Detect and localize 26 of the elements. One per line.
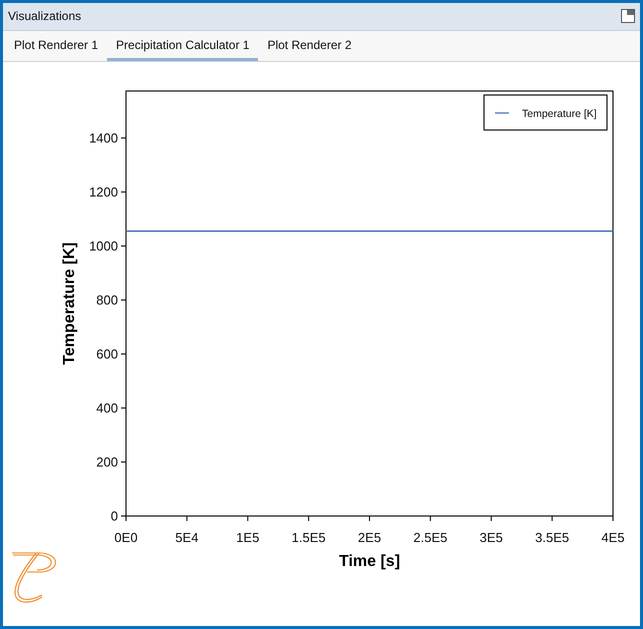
tab[interactable]: Plot Renderer 1: [5, 30, 108, 61]
y-tick-label: 1200: [89, 184, 118, 200]
maximize-icon[interactable]: [621, 9, 635, 24]
tab[interactable]: Plot Renderer 2: [258, 30, 360, 61]
logo-icon: [12, 552, 56, 603]
y-tick-label: 600: [96, 346, 118, 362]
y-tick-label: 400: [96, 400, 118, 416]
x-tick-label: 0E0: [114, 530, 138, 545]
x-tick-label: 3.5E5: [535, 530, 570, 545]
window-title: Visualizations: [8, 8, 82, 26]
x-tick-label: 1.5E5: [292, 530, 326, 545]
y-tick-label: 1400: [89, 130, 118, 146]
x-tick-label: 5E4: [175, 530, 198, 545]
x-tick-label: 1E5: [236, 530, 260, 545]
y-tick-label: 200: [96, 454, 118, 470]
legend-label: Temperature [K]: [522, 108, 597, 120]
x-tick-label: 3E5: [480, 530, 503, 545]
y-tick-label: 1000: [89, 238, 118, 254]
x-tick-label: 2.5E5: [413, 530, 448, 545]
y-axis-title: Temperature [K]: [61, 242, 78, 365]
y-tick-label: 0: [110, 508, 118, 524]
y-tick-label: 800: [96, 292, 118, 308]
x-axis-title: Time [s]: [338, 553, 400, 570]
legend-line: [495, 112, 509, 114]
x-tick-label: 2E5: [358, 530, 382, 545]
x-tick-label: 4E5: [601, 530, 625, 545]
